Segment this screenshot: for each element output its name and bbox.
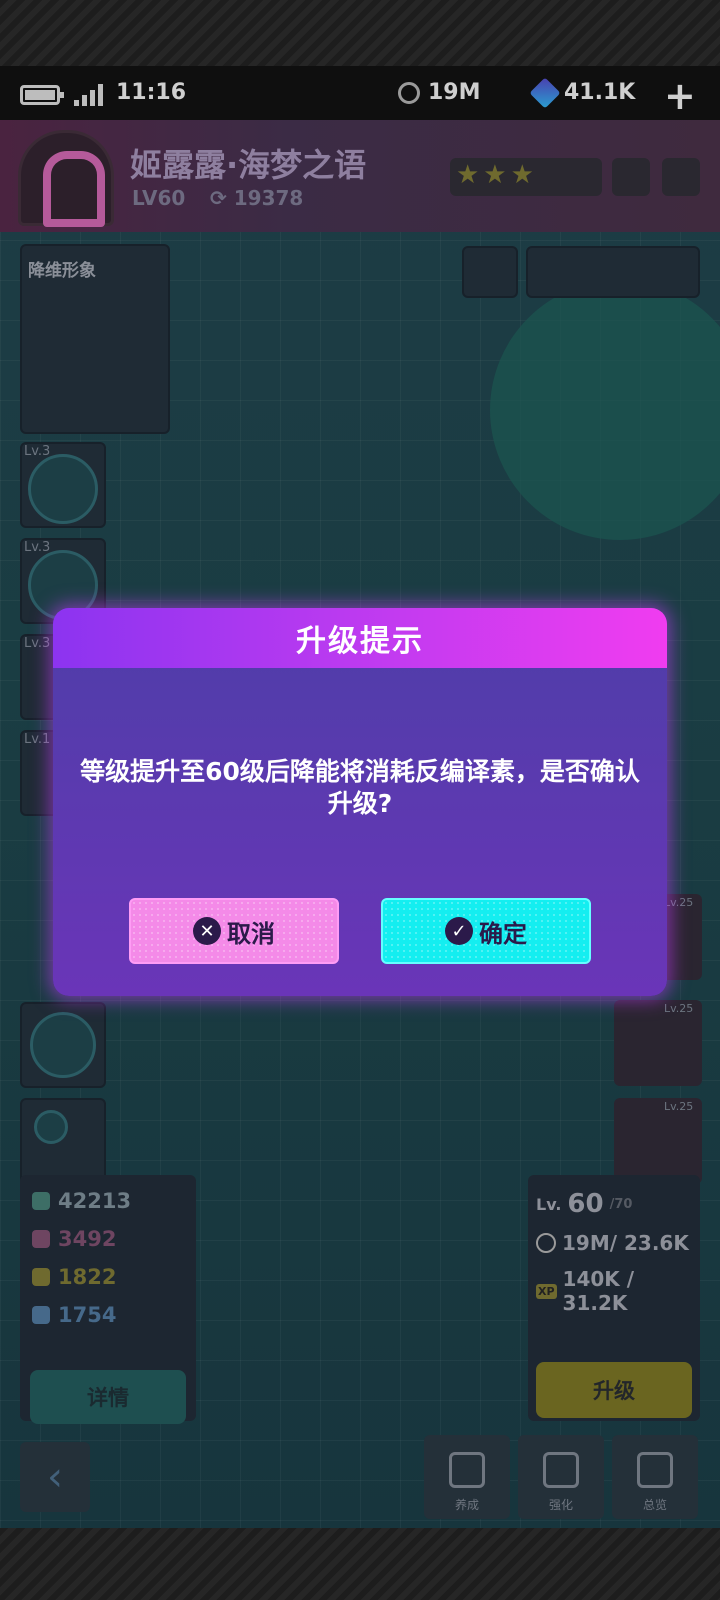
dialog-header: 升级提示: [53, 608, 667, 668]
cancel-button[interactable]: ✕ 取消: [129, 898, 339, 964]
dialog-message: 等级提升至60级后降能将消耗反编译素，是否确认升级?: [80, 757, 640, 818]
confirm-label: 确定: [479, 919, 527, 948]
dialog-title: 升级提示: [296, 624, 424, 659]
close-icon: ✕: [193, 917, 221, 945]
upgrade-confirm-dialog: 升级提示 等级提升至60级后降能将消耗反编译素，是否确认升级? ✕ 取消 ✓ 确…: [53, 608, 667, 996]
check-icon: ✓: [445, 917, 473, 945]
cancel-label: 取消: [227, 919, 275, 948]
confirm-button[interactable]: ✓ 确定: [381, 898, 591, 964]
